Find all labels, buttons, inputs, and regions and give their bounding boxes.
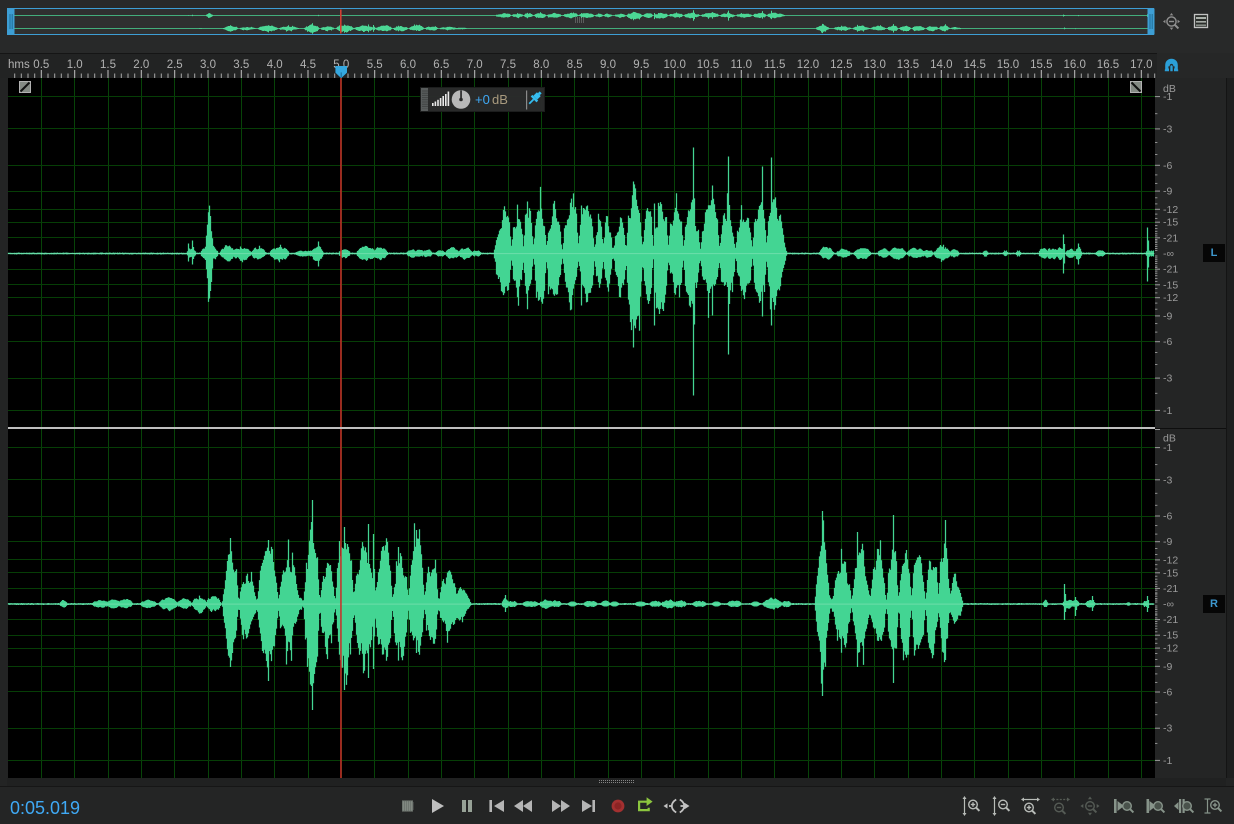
svg-text:-12: -12 — [1163, 643, 1178, 655]
svg-text:-9: -9 — [1163, 661, 1172, 673]
svg-text:14.0: 14.0 — [930, 59, 952, 71]
svg-text:-∞: -∞ — [1163, 248, 1174, 260]
svg-text:-6: -6 — [1163, 687, 1172, 699]
svg-text:7.5: 7.5 — [500, 59, 516, 71]
svg-text:10.0: 10.0 — [664, 59, 686, 71]
svg-text:17.0: 17.0 — [1130, 59, 1152, 71]
svg-text:-∞: -∞ — [1163, 599, 1174, 611]
svg-text:-1: -1 — [1163, 442, 1172, 454]
svg-text:-3: -3 — [1163, 723, 1172, 735]
svg-text:-12: -12 — [1163, 292, 1178, 304]
svg-text:-6: -6 — [1163, 336, 1172, 348]
svg-text:-1: -1 — [1163, 405, 1172, 417]
svg-text:16.0: 16.0 — [1064, 59, 1086, 71]
svg-text:4.0: 4.0 — [267, 59, 283, 71]
svg-text:-1: -1 — [1163, 755, 1172, 767]
svg-text:-21: -21 — [1163, 264, 1178, 276]
svg-text:-3: -3 — [1163, 373, 1172, 385]
svg-text:-15: -15 — [1163, 279, 1178, 291]
svg-text:-1: -1 — [1163, 91, 1172, 103]
svg-text:7.0: 7.0 — [467, 59, 483, 71]
svg-text:-3: -3 — [1163, 474, 1172, 486]
svg-text:+0: +0 — [475, 92, 490, 107]
svg-text:9.5: 9.5 — [633, 59, 649, 71]
svg-text:15.0: 15.0 — [997, 59, 1019, 71]
svg-text:13.5: 13.5 — [897, 59, 919, 71]
svg-text:0.5: 0.5 — [33, 59, 49, 71]
svg-text:-3: -3 — [1163, 123, 1172, 135]
svg-text:-9: -9 — [1163, 186, 1172, 198]
svg-text:-21: -21 — [1163, 583, 1178, 595]
svg-text:12.0: 12.0 — [797, 59, 819, 71]
svg-text:8.0: 8.0 — [533, 59, 549, 71]
svg-text:3.0: 3.0 — [200, 59, 216, 71]
svg-text:1.0: 1.0 — [67, 59, 83, 71]
svg-text:11.5: 11.5 — [764, 59, 786, 71]
svg-text:2.0: 2.0 — [133, 59, 149, 71]
svg-text:3.5: 3.5 — [233, 59, 249, 71]
svg-text:-6: -6 — [1163, 160, 1172, 172]
svg-text:-15: -15 — [1163, 567, 1178, 579]
svg-text:-21: -21 — [1163, 232, 1178, 244]
svg-text:12.5: 12.5 — [830, 59, 852, 71]
svg-text:14.5: 14.5 — [964, 59, 986, 71]
svg-text:10.5: 10.5 — [697, 59, 719, 71]
svg-text:11.0: 11.0 — [731, 59, 753, 71]
svg-text:-6: -6 — [1163, 511, 1172, 523]
svg-text:-9: -9 — [1163, 310, 1172, 322]
svg-text:4.5: 4.5 — [300, 59, 316, 71]
svg-text:-12: -12 — [1163, 204, 1178, 216]
svg-text:-21: -21 — [1163, 614, 1178, 626]
svg-text:9.0: 9.0 — [600, 59, 616, 71]
svg-text:5.5: 5.5 — [367, 59, 383, 71]
svg-text:15.5: 15.5 — [1030, 59, 1052, 71]
svg-text:-9: -9 — [1163, 536, 1172, 548]
svg-text:dB: dB — [492, 92, 508, 107]
svg-text:16.5: 16.5 — [1097, 59, 1119, 71]
svg-text:13.0: 13.0 — [864, 59, 886, 71]
svg-text:-15: -15 — [1163, 630, 1178, 642]
svg-text:6.0: 6.0 — [400, 59, 416, 71]
svg-text:1.5: 1.5 — [100, 59, 116, 71]
svg-text:-12: -12 — [1163, 554, 1178, 566]
svg-text:-15: -15 — [1163, 217, 1178, 229]
svg-text:6.5: 6.5 — [433, 59, 449, 71]
svg-text:2.5: 2.5 — [167, 59, 183, 71]
svg-text:8.5: 8.5 — [567, 59, 583, 71]
svg-text:hms: hms — [8, 59, 30, 71]
